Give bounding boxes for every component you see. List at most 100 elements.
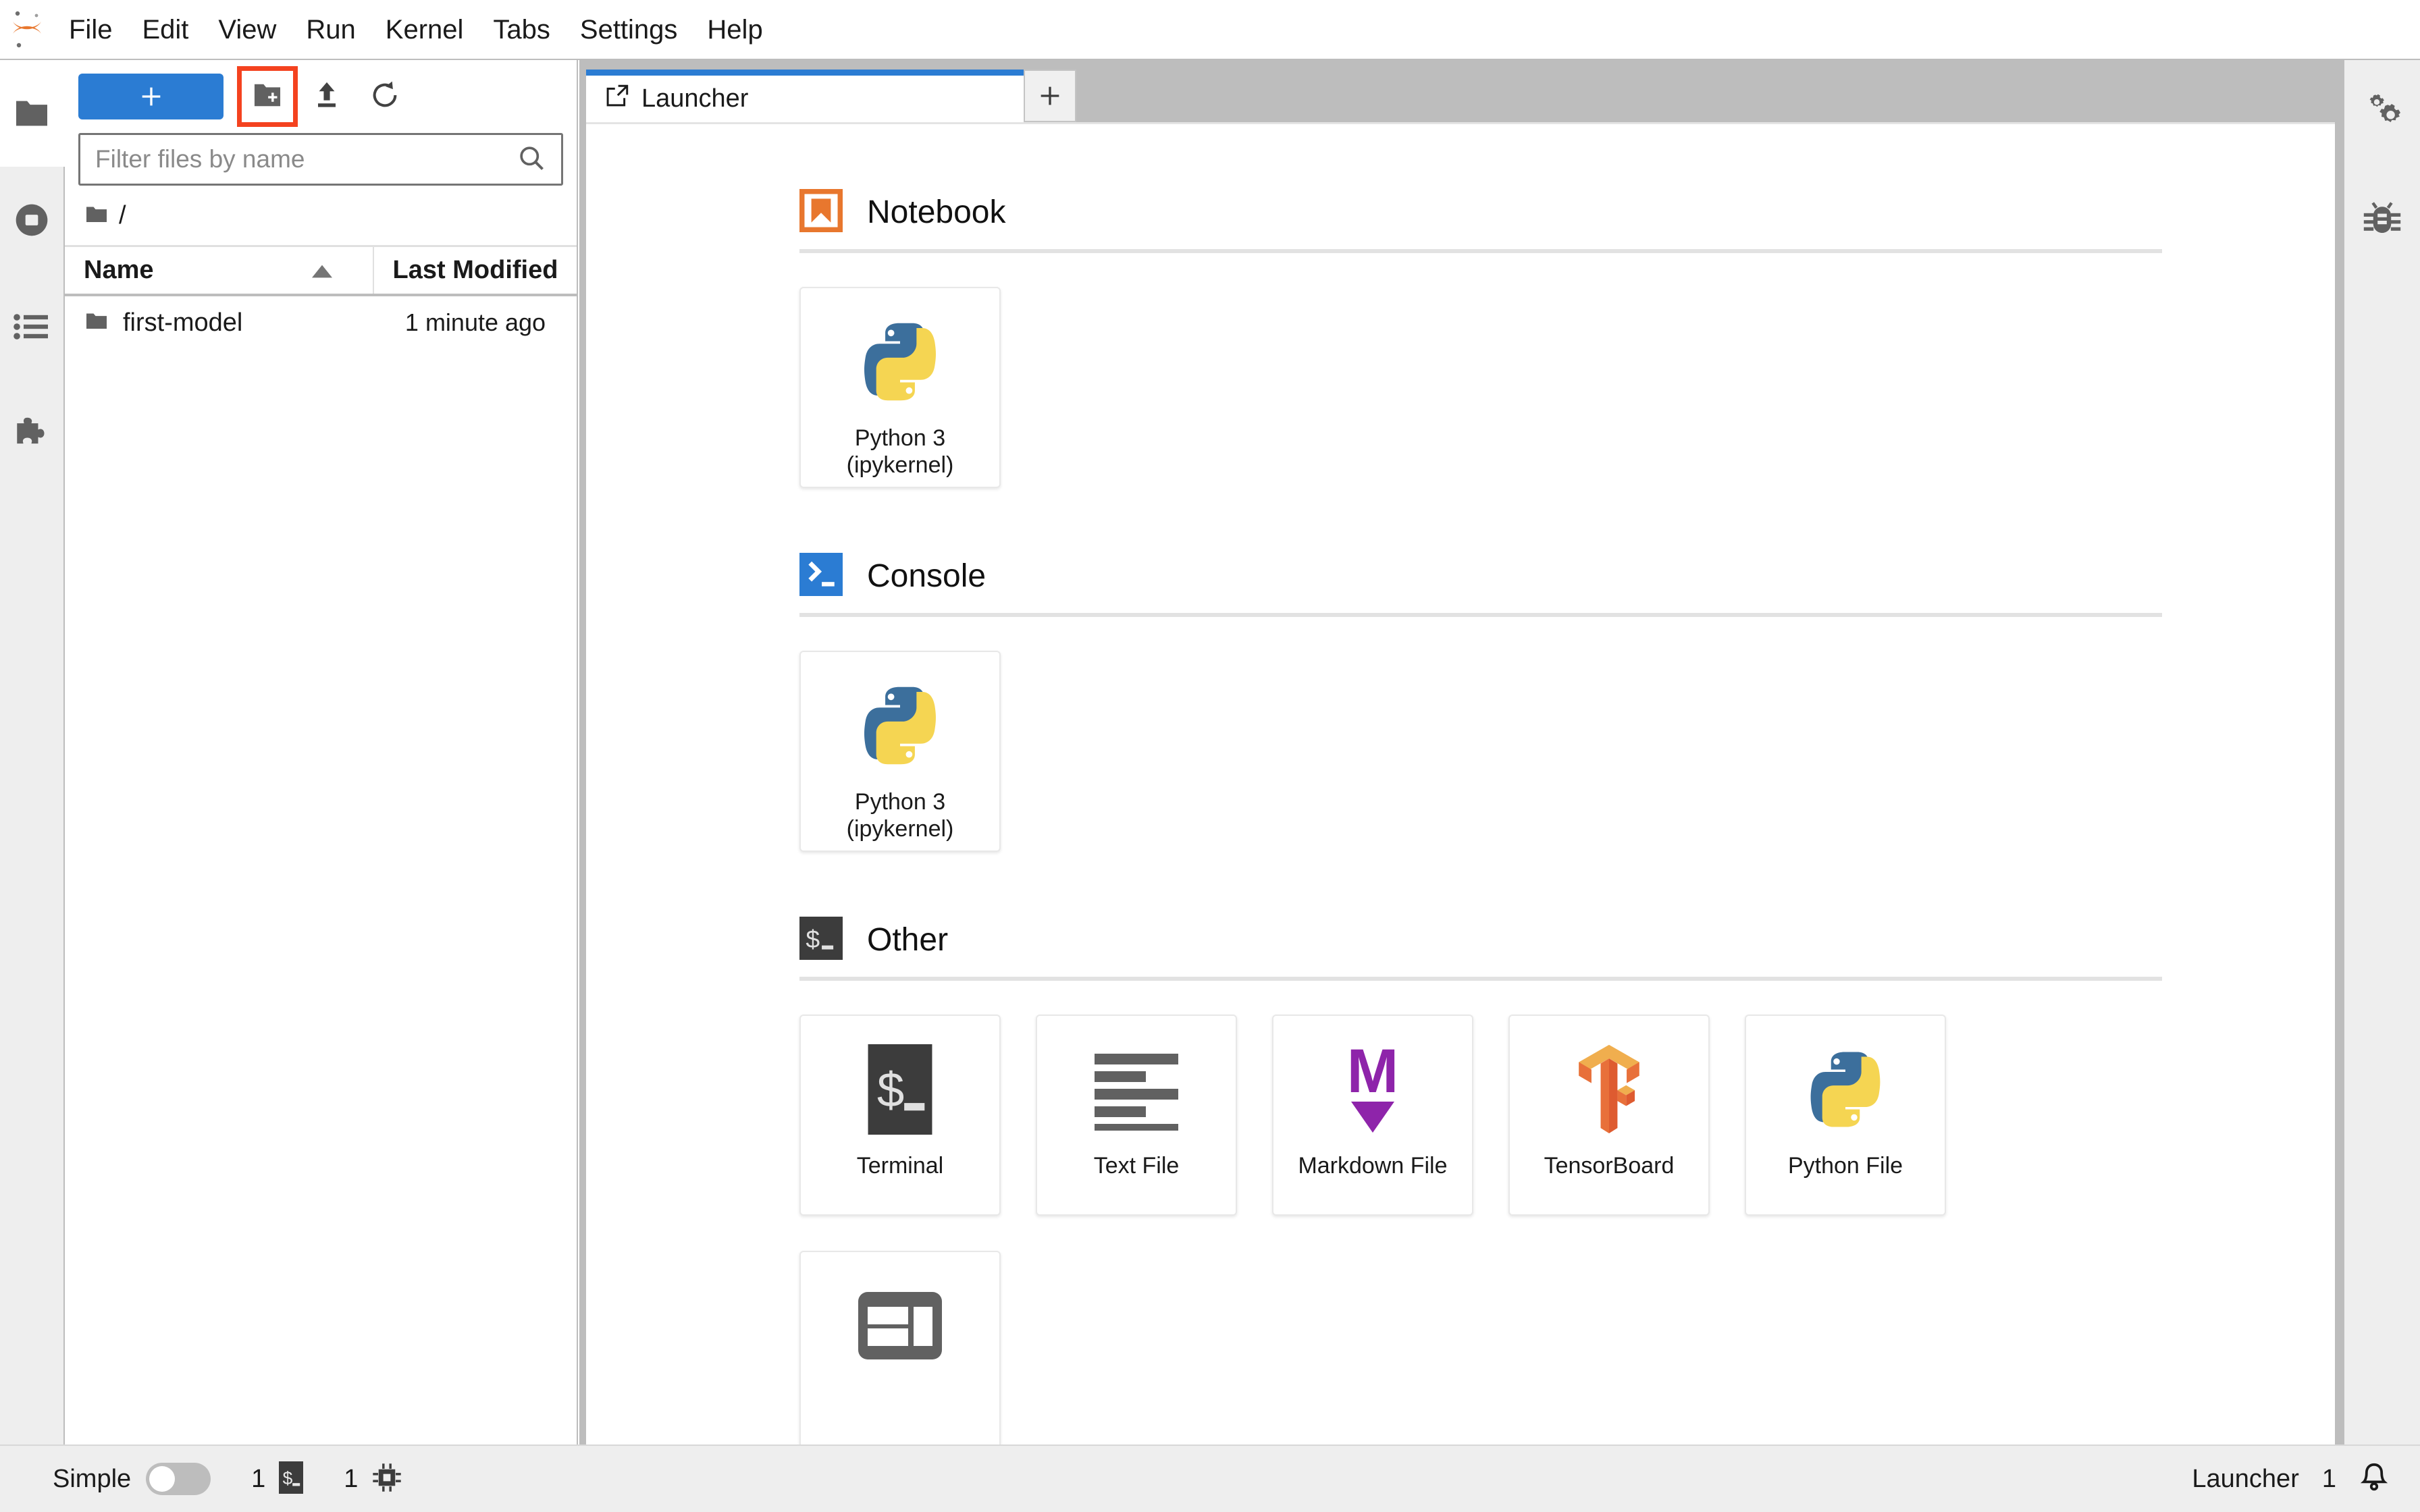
section-divider <box>799 977 2162 981</box>
launcher-section-header: $ Other <box>799 917 2335 963</box>
column-header-name[interactable]: Name <box>65 247 374 294</box>
text-file-lines-icon <box>1095 1039 1178 1140</box>
active-tab-status[interactable]: Launcher <box>2192 1465 2298 1494</box>
launcher-card-tensorboard[interactable]: TensorBoard <box>1508 1015 1710 1216</box>
menu-settings[interactable]: Settings <box>565 9 693 50</box>
terminals-status[interactable]: 1 $ <box>251 1461 304 1497</box>
launcher-card-console-python3[interactable]: Python 3 (ipykernel) <box>799 651 1001 852</box>
launcher-card-label: Python 3 (ipykernel) <box>847 788 954 842</box>
file-filter-box[interactable] <box>78 133 563 186</box>
card-label-line1: Terminal <box>856 1153 944 1179</box>
sidebar-item-file-browser[interactable] <box>0 60 65 167</box>
launcher-section-notebook: Notebook Python 3 (ipykernel) <box>799 188 2335 488</box>
column-header-last-modified-label: Last Modified <box>392 256 558 284</box>
launcher-card-label: TensorBoard <box>1544 1152 1675 1179</box>
file-row-last-modified: 1 minute ago <box>404 308 546 336</box>
search-icon[interactable] <box>517 143 546 176</box>
svg-text:$: $ <box>806 925 820 953</box>
table-row[interactable]: first-model 1 minute ago <box>65 296 577 349</box>
launcher-card-contextual-help[interactable] <box>799 1251 1001 1444</box>
file-filter-wrapper <box>65 133 577 186</box>
tab-launcher[interactable]: Launcher <box>586 70 1024 122</box>
launcher-card-row: Python 3 (ipykernel) <box>799 287 2335 488</box>
search-input[interactable] <box>95 145 517 173</box>
status-bar: Simple 1 $ 1 Launcher 1 <box>0 1444 2420 1512</box>
launcher-icon <box>605 84 629 115</box>
file-row-name: first-model <box>65 308 374 338</box>
sidebar-item-debugger[interactable] <box>2344 167 2420 273</box>
simple-mode-label: Simple <box>53 1464 132 1493</box>
bell-icon[interactable] <box>2359 1461 2389 1497</box>
file-browser-panel: / Name Last Modified first-model 1 minut… <box>65 60 578 1444</box>
upload-button[interactable] <box>298 68 356 126</box>
python-logo-icon <box>855 675 945 776</box>
simple-mode-toggle[interactable] <box>146 1463 211 1495</box>
card-label-line1: Markdown File <box>1298 1153 1448 1179</box>
sidebar-item-toc[interactable] <box>0 273 63 380</box>
folder-icon <box>13 98 51 129</box>
console-prompt-icon <box>799 553 843 599</box>
running-terminals-icon <box>13 201 51 239</box>
column-header-name-label: Name <box>84 256 154 284</box>
right-activity-bar <box>2343 60 2420 1444</box>
launcher-section-title: Console <box>867 558 987 594</box>
menu-edit[interactable]: Edit <box>127 9 203 50</box>
launcher-card-label: Text File <box>1094 1152 1180 1179</box>
notebook-bookmark-icon <box>799 188 843 236</box>
card-label-line1: Python 3 <box>854 425 946 451</box>
menu-tabs[interactable]: Tabs <box>478 9 565 50</box>
folder-icon <box>84 204 109 227</box>
launcher-section-header: Notebook <box>799 188 2335 236</box>
launcher-card-python-file[interactable]: Python File <box>1745 1015 1946 1216</box>
sort-ascending-icon <box>312 256 332 285</box>
python-logo-icon <box>855 311 945 412</box>
status-bar-left: Simple 1 $ 1 <box>0 1461 402 1497</box>
menu-kernel[interactable]: Kernel <box>371 9 479 50</box>
refresh-button[interactable] <box>356 68 414 126</box>
terminals-count: 1 <box>251 1464 266 1493</box>
sidebar-item-property-inspector[interactable] <box>2344 60 2420 167</box>
launcher-card-notebook-python3[interactable]: Python 3 (ipykernel) <box>799 287 1001 488</box>
svg-text:$: $ <box>283 1468 293 1488</box>
folder-icon <box>84 308 109 338</box>
menu-items: File Edit View Run Kernel Tabs Settings … <box>54 9 778 50</box>
section-divider <box>799 249 2162 253</box>
main-dock-area: Launcher Notebook Python 3 (ipykernel) C… <box>579 60 2343 1444</box>
jupyter-logo-icon <box>0 0 54 59</box>
show-contextual-help-icon <box>858 1275 942 1376</box>
card-label-line1: Text File <box>1093 1153 1180 1179</box>
card-label-line2: (ipykernel) <box>846 816 954 842</box>
launcher-panel: Notebook Python 3 (ipykernel) Console Py… <box>586 122 2335 1444</box>
menu-view[interactable]: View <box>203 9 291 50</box>
kernels-status[interactable]: 1 <box>344 1462 402 1496</box>
launcher-card-row-2 <box>799 1251 2335 1444</box>
launcher-card-label: Python File <box>1788 1152 1903 1179</box>
launcher-section-other: $ Other $ Terminal Text File M Markdown … <box>799 917 2335 1444</box>
property-inspector-gears-icon <box>2361 92 2403 136</box>
file-name-label: first-model <box>123 308 243 337</box>
new-tab-button[interactable] <box>1024 70 1076 122</box>
launcher-card-row: Python 3 (ipykernel) <box>799 651 2335 852</box>
sidebar-item-extensions[interactable] <box>0 380 63 487</box>
launcher-section-title: Notebook <box>867 194 1006 230</box>
terminal-dollar-icon: $ <box>279 1461 304 1497</box>
terminal-dollar-icon: $ <box>868 1039 932 1140</box>
sidebar-item-running[interactable] <box>0 167 63 273</box>
notifications-count: 1 <box>2321 1464 2336 1493</box>
menu-run[interactable]: Run <box>291 9 370 50</box>
card-label-line1: Python File <box>1787 1153 1903 1179</box>
column-header-last-modified[interactable]: Last Modified <box>374 247 577 294</box>
launcher-card-markdown-file[interactable]: M Markdown File <box>1272 1015 1473 1216</box>
launcher-section-title: Other <box>867 922 949 958</box>
launcher-card-row: $ Terminal Text File M Markdown File Ten… <box>799 1015 2335 1216</box>
new-launcher-button[interactable] <box>78 74 223 119</box>
menu-help[interactable]: Help <box>692 9 777 50</box>
breadcrumb[interactable]: / <box>65 186 577 245</box>
status-bar-right: Launcher 1 <box>2192 1461 2389 1497</box>
menu-file[interactable]: File <box>54 9 127 50</box>
launcher-card-terminal[interactable]: $ Terminal <box>799 1015 1001 1216</box>
tensorboard-logo-icon <box>1565 1039 1653 1140</box>
new-folder-button[interactable] <box>237 66 298 127</box>
kernels-count: 1 <box>344 1464 359 1493</box>
launcher-card-text-file[interactable]: Text File <box>1036 1015 1237 1216</box>
